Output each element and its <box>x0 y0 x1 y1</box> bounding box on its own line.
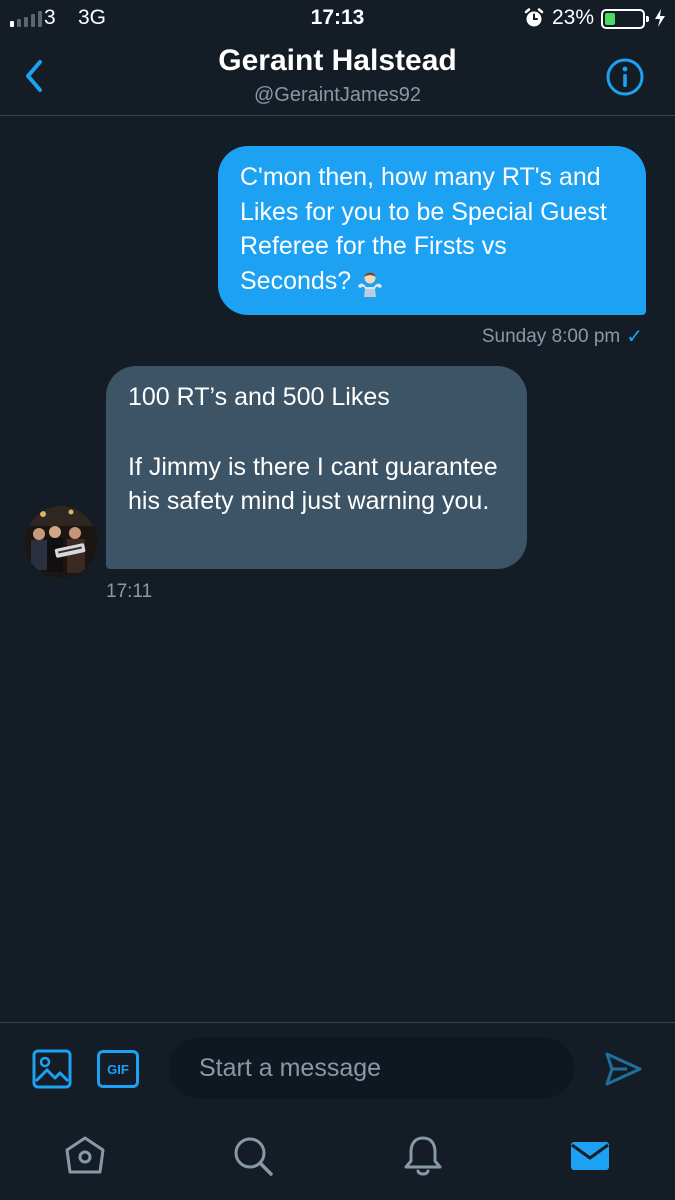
read-check-icon: ✓ <box>626 326 643 348</box>
send-icon[interactable] <box>603 1049 643 1089</box>
message-input[interactable] <box>169 1037 574 1099</box>
alarm-clock-icon <box>524 8 544 27</box>
bottom-tab-bar <box>0 1114 675 1200</box>
charging-bolt-icon <box>655 9 665 27</box>
contact-avatar[interactable] <box>25 506 97 578</box>
incoming-message-bubble[interactable]: 100 RT’s and 500 Likes If Jimmy is there… <box>106 366 527 569</box>
conversation-header: Geraint Halstead @GeraintJames92 <box>0 38 675 116</box>
home-icon[interactable] <box>63 1134 107 1178</box>
message-text: C'mon then, how many RT's and Likes for … <box>240 163 607 295</box>
message-composer: GIF <box>0 1022 675 1114</box>
contact-name[interactable]: Geraint Halstead <box>0 44 675 78</box>
message-text: 100 RT’s and 500 Likes <box>128 383 390 411</box>
bell-icon[interactable] <box>401 1134 445 1178</box>
outgoing-message-bubble[interactable]: C'mon then, how many RT's and Likes for … <box>218 146 646 315</box>
gif-button[interactable]: GIF <box>97 1050 139 1088</box>
battery-icon <box>601 9 649 29</box>
message-text: If Jimmy is there I cant guarantee his s… <box>128 452 498 516</box>
info-icon[interactable] <box>605 57 645 97</box>
search-icon[interactable] <box>231 1134 275 1178</box>
contact-handle: @GeraintJames92 <box>253 84 422 106</box>
man-shrugging-emoji-icon <box>358 272 383 297</box>
image-icon[interactable] <box>32 1049 72 1089</box>
dm-conversation-screen: 3 3G 17:13 23% Geraint Halstead @Geraint… <box>0 0 675 1200</box>
message-timestamp: 17:11 <box>106 581 153 602</box>
status-bar: 3 3G 17:13 23% <box>0 0 675 38</box>
outgoing-message-meta: Sunday 8:00 pm ✓ <box>482 324 643 349</box>
mail-icon[interactable] <box>568 1134 612 1178</box>
message-timestamp: Sunday 8:00 pm <box>481 325 621 347</box>
battery-percentage: 23% <box>552 6 595 29</box>
